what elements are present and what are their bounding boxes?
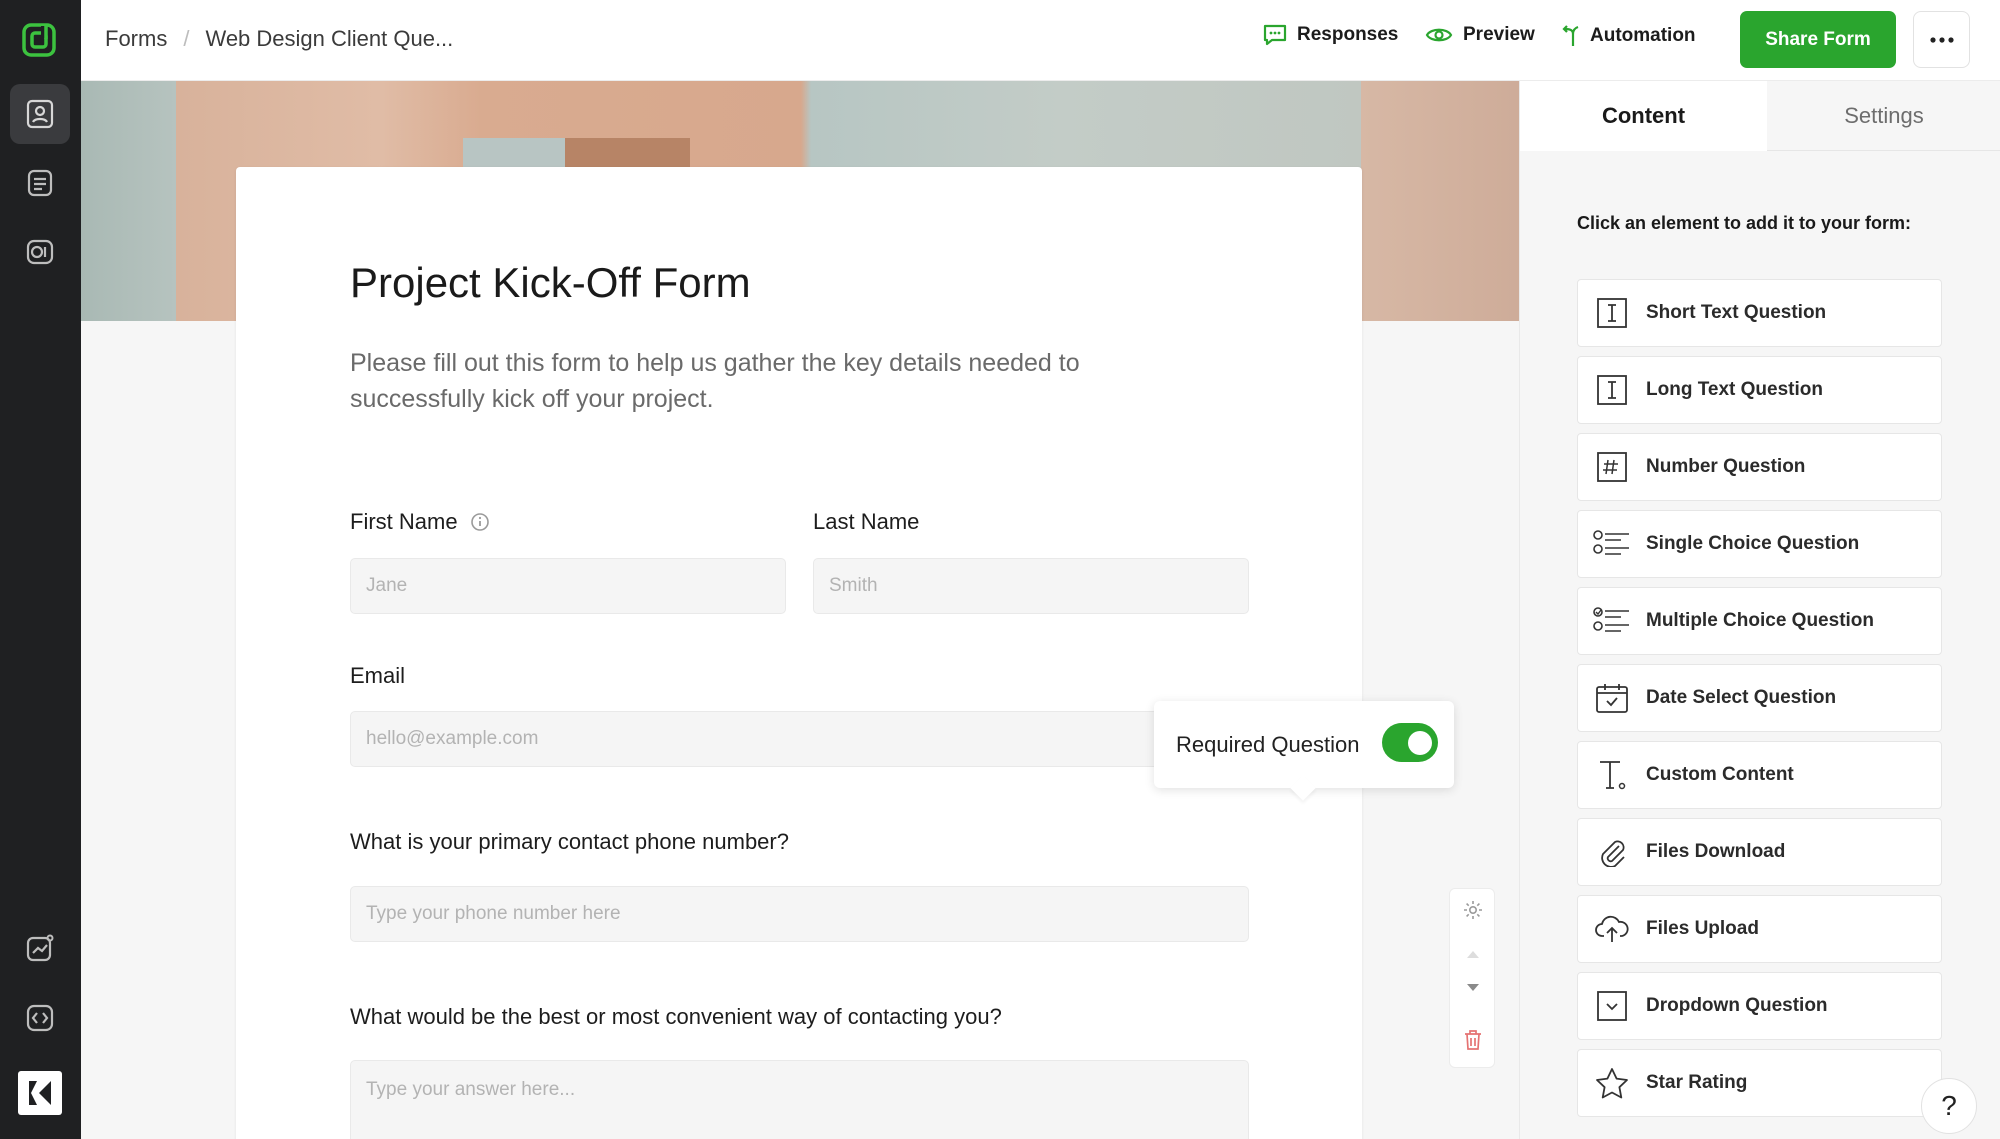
element-long-text[interactable]: Long Text Question	[1577, 356, 1942, 424]
rail-embed-button[interactable]	[10, 988, 70, 1048]
analytics-icon	[26, 934, 54, 962]
element-label: Files Download	[1646, 841, 1786, 862]
question-settings-button[interactable]	[1450, 899, 1496, 921]
info-icon[interactable]	[470, 512, 490, 532]
element-dropdown[interactable]: Dropdown Question	[1577, 972, 1942, 1040]
form-title[interactable]: Project Kick-Off Form	[350, 259, 751, 307]
calendar-icon	[1596, 684, 1628, 713]
breadcrumb-separator: /	[183, 26, 190, 51]
element-multiple-choice[interactable]: Multiple Choice Question	[1577, 587, 1942, 655]
last-name-field[interactable]: Smith	[813, 558, 1249, 614]
automation-label: Automation	[1590, 25, 1696, 46]
automation-button[interactable]: Automation	[1562, 24, 1696, 48]
element-label: Long Text Question	[1646, 379, 1823, 400]
more-dots-icon	[1929, 36, 1954, 43]
required-question-label: Required Question	[1176, 731, 1360, 757]
star-icon	[1596, 1068, 1628, 1099]
element-label: Short Text Question	[1646, 302, 1827, 323]
gear-icon	[1464, 901, 1482, 919]
eye-icon	[1425, 28, 1453, 42]
checkbox-list-icon	[1593, 607, 1629, 632]
rail-forms-button[interactable]	[10, 84, 70, 144]
trash-icon	[1465, 1030, 1481, 1050]
caret-up-icon	[1467, 951, 1479, 958]
element-star-rating[interactable]: Star Rating	[1577, 1049, 1942, 1117]
contact-way-field[interactable]: Type your answer here...	[350, 1060, 1249, 1139]
first-name-label-text: First Name	[350, 509, 458, 534]
workspace-logo-icon[interactable]	[18, 1071, 62, 1115]
caret-down-icon	[1467, 984, 1479, 991]
element-label: Date Select Question	[1646, 687, 1837, 708]
panel-hint: Click an element to add it to your form:	[1577, 213, 1912, 233]
email-label[interactable]: Email	[350, 663, 405, 689]
tab-content[interactable]: Content	[1520, 81, 1767, 151]
element-single-choice[interactable]: Single Choice Question	[1577, 510, 1942, 578]
radio-list-icon	[1593, 530, 1629, 555]
tab-settings[interactable]: Settings	[1767, 81, 2000, 151]
text-t-icon	[1600, 761, 1626, 790]
element-label: Number Question	[1646, 456, 1806, 477]
delete-question-button[interactable]	[1450, 1029, 1496, 1051]
element-label: Dropdown Question	[1646, 995, 1828, 1016]
element-files-download[interactable]: Files Download	[1577, 818, 1942, 886]
chat-icon	[1263, 24, 1287, 46]
first-name-field[interactable]: Jane	[350, 558, 786, 614]
phone-question-label[interactable]: What is your primary contact phone numbe…	[350, 829, 789, 855]
text-cursor-icon	[1597, 298, 1627, 328]
document-list-icon	[27, 169, 53, 197]
responses-button[interactable]: Responses	[1263, 24, 1398, 46]
more-options-button[interactable]	[1913, 11, 1970, 68]
element-label: Star Rating	[1646, 1072, 1748, 1093]
form-canvas: Project Kick-Off Form Please fill out th…	[81, 81, 1519, 1139]
element-short-text[interactable]: Short Text Question	[1577, 279, 1942, 347]
contact-way-question-label[interactable]: What would be the best or most convenien…	[350, 1004, 1002, 1030]
rail-documents-button[interactable]	[10, 153, 70, 213]
last-name-label[interactable]: Last Name	[813, 509, 919, 535]
question-toolbar	[1449, 888, 1495, 1068]
rail-analytics-button[interactable]	[10, 918, 70, 978]
left-rail	[0, 0, 81, 1139]
required-question-toggle[interactable]	[1382, 723, 1438, 762]
dropdown-icon	[1597, 991, 1627, 1021]
top-bar: Forms / Web Design Client Que... Respons…	[81, 0, 2000, 81]
breadcrumb-forms-link[interactable]: Forms	[105, 26, 167, 52]
contact-card-icon	[26, 99, 54, 129]
hash-icon	[1597, 452, 1627, 482]
required-question-popover: Required Question	[1154, 701, 1454, 801]
email-field[interactable]: hello@example.com	[350, 711, 1249, 767]
move-up-button[interactable]	[1450, 949, 1496, 959]
element-label: Single Choice Question	[1646, 533, 1860, 554]
form-description[interactable]: Please fill out this form to help us gat…	[350, 345, 1110, 417]
element-files-upload[interactable]: Files Upload	[1577, 895, 1942, 963]
rail-payments-button[interactable]	[10, 222, 70, 282]
money-icon	[26, 239, 54, 265]
responses-label: Responses	[1297, 24, 1399, 45]
element-label: Custom Content	[1646, 764, 1794, 785]
element-number[interactable]: Number Question	[1577, 433, 1942, 501]
app-logo-icon[interactable]	[21, 22, 57, 58]
paperclip-icon	[1601, 840, 1625, 867]
branch-icon	[1562, 25, 1579, 46]
preview-label: Preview	[1463, 24, 1535, 45]
cloud-upload-icon	[1595, 915, 1629, 942]
elements-panel: Content Settings Click an element to add…	[1519, 81, 2000, 1139]
phone-field[interactable]: Type your phone number here	[350, 886, 1249, 942]
text-cursor-icon	[1597, 375, 1627, 405]
breadcrumb-current[interactable]: Web Design Client Que...	[205, 26, 453, 52]
element-label: Files Upload	[1646, 918, 1759, 939]
first-name-label[interactable]: First Name	[350, 509, 490, 535]
help-button[interactable]: ?	[1921, 1078, 1977, 1134]
form-card: Project Kick-Off Form Please fill out th…	[236, 167, 1362, 1139]
breadcrumb: Forms / Web Design Client Que...	[105, 26, 453, 52]
share-form-button[interactable]: Share Form	[1740, 11, 1896, 68]
code-icon	[26, 1004, 54, 1032]
element-custom-content[interactable]: Custom Content	[1577, 741, 1942, 809]
element-label: Multiple Choice Question	[1646, 610, 1875, 631]
move-down-button[interactable]	[1450, 983, 1496, 993]
element-date-select[interactable]: Date Select Question	[1577, 664, 1942, 732]
preview-button[interactable]: Preview	[1425, 24, 1535, 46]
